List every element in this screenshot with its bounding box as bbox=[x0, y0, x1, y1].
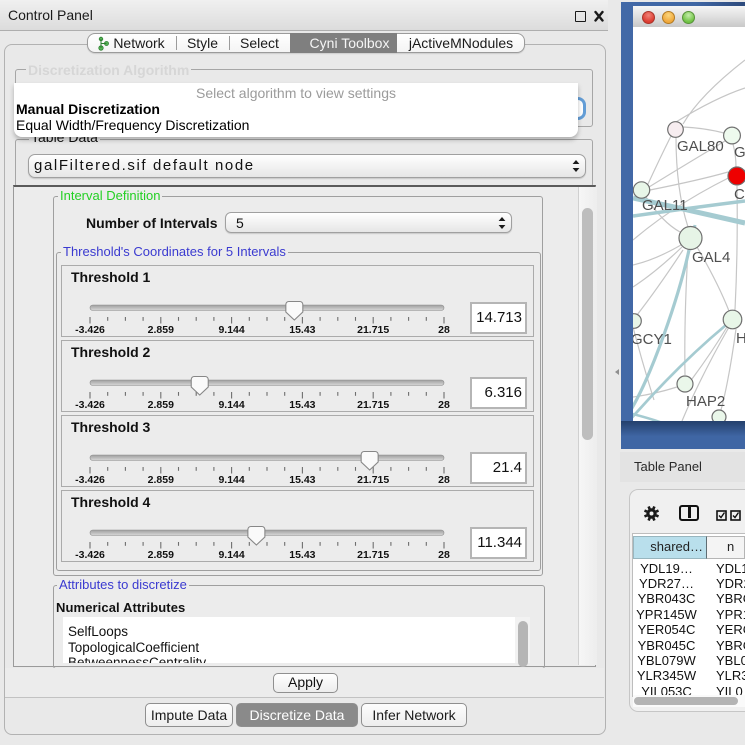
svg-text:2.859: 2.859 bbox=[148, 549, 174, 561]
svg-text:15.43: 15.43 bbox=[289, 324, 315, 336]
svg-text:GA: GA bbox=[734, 144, 745, 161]
svg-text:28: 28 bbox=[438, 324, 450, 336]
svg-text:-3.426: -3.426 bbox=[75, 399, 105, 411]
svg-text:-3.426: -3.426 bbox=[75, 474, 105, 486]
svg-text:-3.426: -3.426 bbox=[75, 324, 105, 336]
svg-text:9.144: 9.144 bbox=[218, 399, 244, 411]
svg-text:28: 28 bbox=[438, 474, 450, 486]
svg-text:9.144: 9.144 bbox=[218, 324, 244, 336]
svg-text:-3.426: -3.426 bbox=[75, 549, 105, 561]
svg-text:2.859: 2.859 bbox=[148, 474, 174, 486]
svg-text:21.715: 21.715 bbox=[357, 399, 389, 411]
svg-text:9.144: 9.144 bbox=[218, 474, 244, 486]
svg-text:21.715: 21.715 bbox=[357, 474, 389, 486]
svg-text:C: C bbox=[734, 186, 745, 203]
svg-text:28: 28 bbox=[438, 399, 450, 411]
svg-text:GCY1: GCY1 bbox=[633, 331, 672, 348]
svg-text:2.859: 2.859 bbox=[148, 399, 174, 411]
svg-text:28: 28 bbox=[438, 549, 450, 561]
svg-text:HAP2: HAP2 bbox=[686, 393, 725, 410]
svg-text:21.715: 21.715 bbox=[357, 324, 389, 336]
svg-text:GAL4: GAL4 bbox=[692, 249, 730, 266]
svg-text:GAL11: GAL11 bbox=[642, 197, 688, 214]
svg-text:15.43: 15.43 bbox=[289, 474, 315, 486]
svg-text:GAL80: GAL80 bbox=[677, 138, 724, 155]
svg-text:2.859: 2.859 bbox=[148, 324, 174, 336]
svg-text:9.144: 9.144 bbox=[218, 549, 244, 561]
svg-text:15.43: 15.43 bbox=[289, 549, 315, 561]
svg-text:H: H bbox=[736, 330, 745, 347]
svg-text:15.43: 15.43 bbox=[289, 399, 315, 411]
svg-text:21.715: 21.715 bbox=[357, 549, 389, 561]
